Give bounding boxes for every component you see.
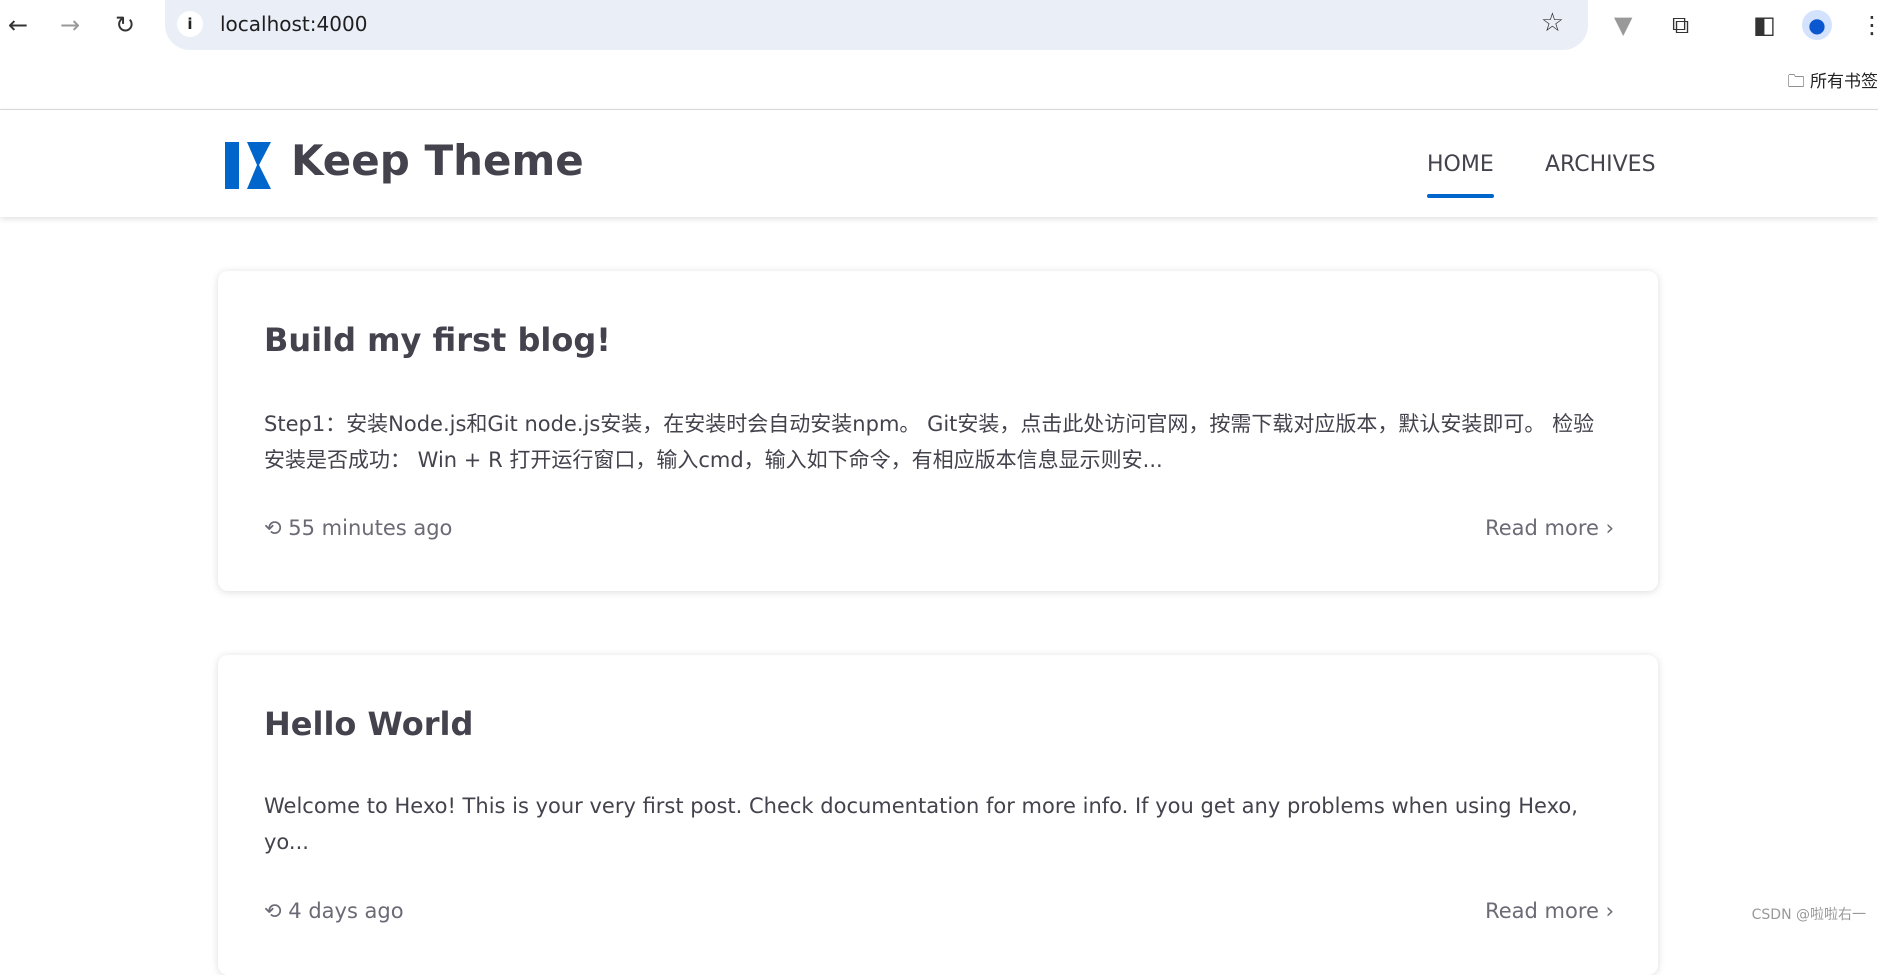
bookmark-star-icon[interactable]: ☆ — [1541, 8, 1564, 38]
post-title[interactable]: Hello World — [264, 705, 473, 743]
post-excerpt: Step1：安装Node.js和Git node.js安装，在安装时会自动安装n… — [264, 412, 1595, 472]
post-excerpt: Welcome to Hexo! This is your very first… — [264, 794, 1578, 854]
post-time: ⟲ 55 minutes ago — [264, 516, 452, 540]
history-icon: ⟲ — [264, 516, 289, 540]
nav-archives[interactable]: ARCHIVES — [1545, 152, 1656, 177]
post-card: Build my first blog! Step1：安装Node.js和Git… — [218, 271, 1658, 591]
chevron-right-icon: › — [1598, 899, 1614, 923]
forward-icon[interactable]: → — [55, 10, 85, 40]
profile-avatar-icon[interactable]: ● — [1802, 10, 1832, 40]
post-time: ⟲ 4 days ago — [264, 899, 404, 923]
chevron-right-icon: › — [1598, 516, 1614, 540]
post-card: Hello World Welcome to Hexo! This is you… — [218, 655, 1658, 975]
all-bookmarks[interactable]: 🗀 所有书签 — [1788, 67, 1878, 98]
read-more-link[interactable]: Read more › — [1485, 899, 1614, 923]
side-panel-icon[interactable]: ◧ — [1753, 10, 1776, 40]
keep-logo-icon[interactable] — [225, 142, 271, 189]
folder-icon: 🗀 — [1787, 72, 1810, 92]
menu-kebab-icon[interactable]: ⋮ — [1860, 10, 1878, 40]
reload-icon[interactable]: ↻ — [110, 10, 140, 40]
read-more-link[interactable]: Read more › — [1485, 516, 1614, 540]
extension-v-icon[interactable]: ▼ — [1614, 10, 1632, 40]
watermark: CSDN @啦啦右一 — [1751, 907, 1866, 923]
site-info-icon[interactable]: i — [177, 11, 203, 37]
back-icon[interactable]: ← — [3, 10, 33, 40]
post-title[interactable]: Build my first blog! — [264, 321, 611, 359]
site-brand[interactable]: Keep Theme — [291, 136, 584, 185]
site-header: Keep Theme HOME ARCHIVES — [0, 110, 1878, 217]
read-more-text[interactable]: Read more — [1485, 899, 1599, 923]
all-bookmarks-label: 所有书签 — [1810, 72, 1878, 92]
browser-chrome: ← → ↻ i localhost:4000 ☆ ▼ ⧉ ◧ ● ⋮ 🗀 所有书… — [0, 0, 1878, 110]
history-icon: ⟲ — [264, 899, 289, 923]
address-bar[interactable]: i localhost:4000 ☆ — [165, 0, 1588, 50]
url-text[interactable]: localhost:4000 — [220, 12, 367, 36]
read-more-text[interactable]: Read more — [1485, 516, 1599, 540]
nav-home[interactable]: HOME — [1427, 152, 1494, 198]
extensions-puzzle-icon[interactable]: ⧉ — [1672, 10, 1689, 40]
post-time-text: 4 days ago — [288, 899, 404, 923]
post-time-text: 55 minutes ago — [288, 516, 453, 540]
